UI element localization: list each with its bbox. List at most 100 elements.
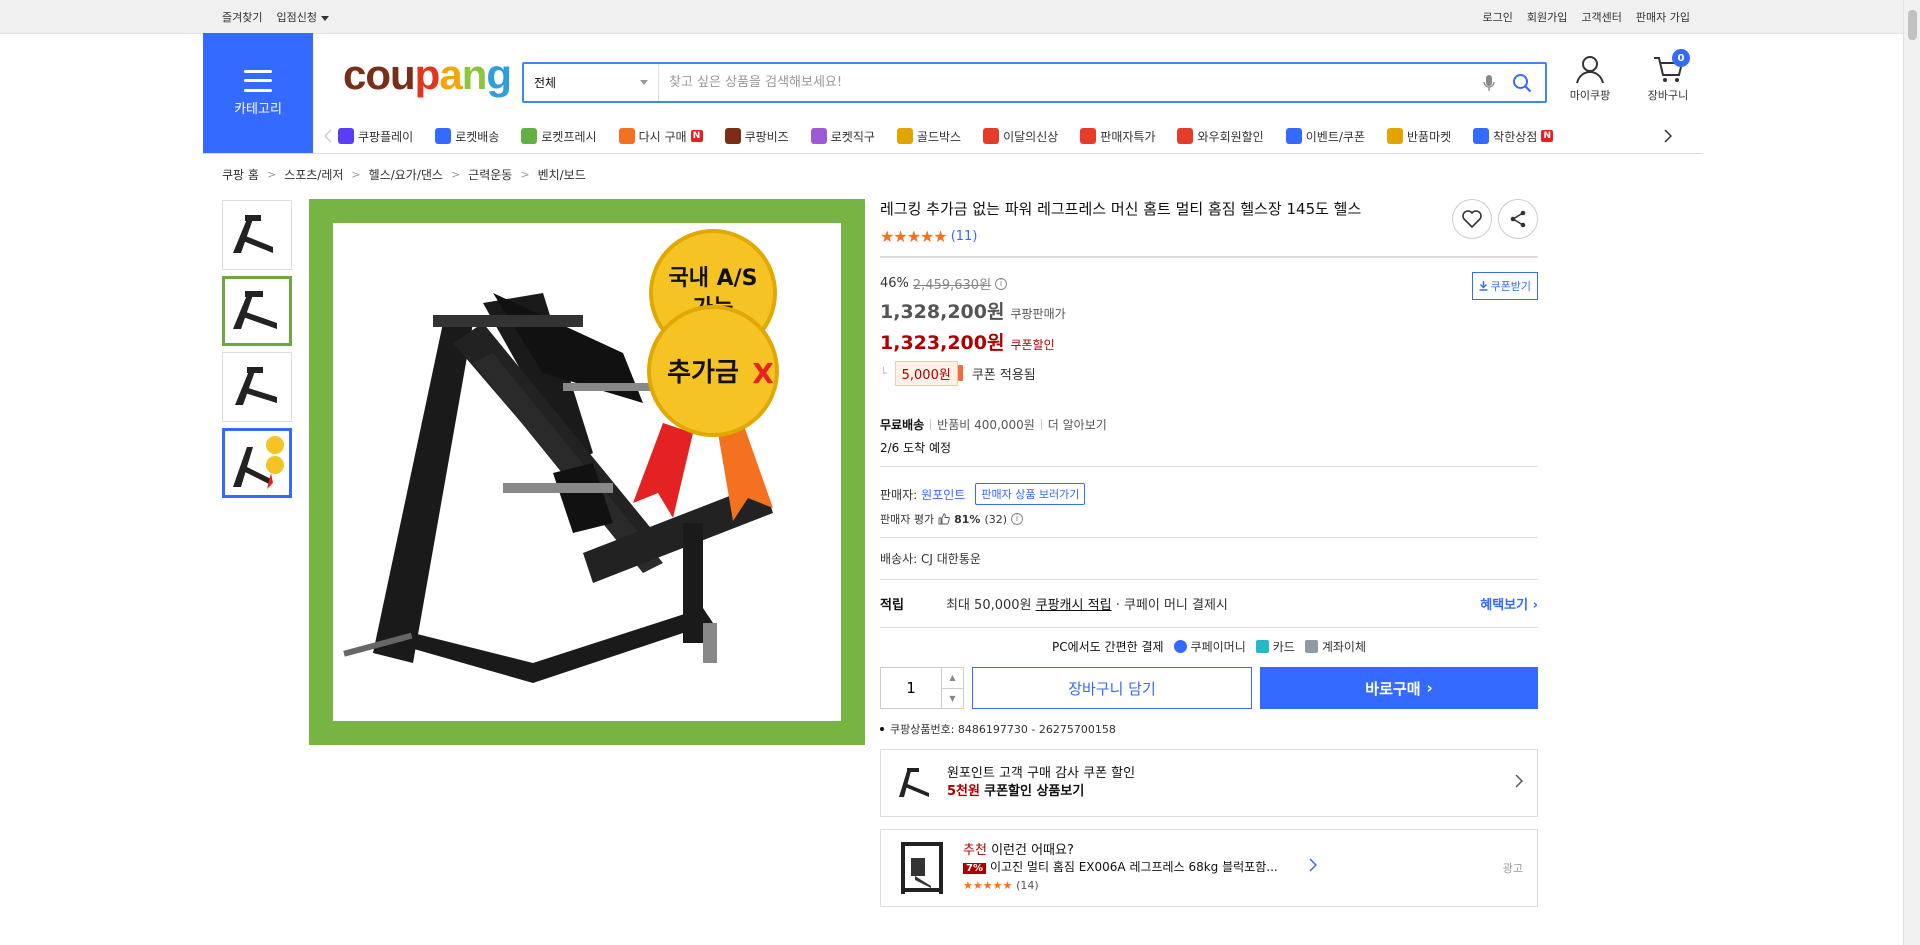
original-price: 2,459,630원 [912, 278, 992, 293]
my-coupang-label: 마이쿠팡 [1569, 89, 1611, 102]
coupang-cash-link[interactable]: 쿠팡캐시 적립 [1036, 594, 1112, 613]
menu-item-icon [618, 128, 635, 144]
benefit-view-label: 혜택보기 [1480, 598, 1529, 613]
menu-item-label: 반품마켓 [1406, 129, 1452, 144]
rating[interactable]: ★★★★★ (11) [880, 227, 1538, 246]
login-link[interactable]: 로그인 [1483, 9, 1513, 25]
category-menu-button[interactable]: 카테고리 [203, 33, 313, 153]
cart-label: 장바구니 [1647, 89, 1689, 102]
return-fee: 반품비 400,000원 [937, 418, 1035, 432]
bookmark-link[interactable]: 즐겨찾기 [222, 9, 262, 25]
chevron-down-icon [640, 80, 648, 85]
seller-name-link[interactable]: 원포인트 [921, 486, 965, 503]
shortcut-menu-item[interactable]: 판매자특가 [1080, 128, 1155, 145]
logo-part: n [461, 51, 488, 98]
seller-signup-link[interactable]: 판매자 가입 [1636, 9, 1690, 25]
payment-method-label: 카드 [1272, 640, 1295, 654]
promo-line2: 쿠폰할인 상품보기 [984, 784, 1085, 799]
benefit-view-link[interactable]: 혜택보기 › [1480, 594, 1538, 613]
shortcut-menu-item[interactable]: 로켓배송 [435, 128, 499, 145]
shortcut-menu-item[interactable]: 이달의신상 [983, 128, 1058, 145]
shortcut-menu-item[interactable]: 착한상점 N [1473, 128, 1554, 145]
shortcut-menu-item[interactable]: 쿠팡플레이 [338, 128, 413, 145]
shortcut-menu-item[interactable]: 로켓프레시 [521, 128, 597, 145]
product-number-text: 쿠팡상품번호: 8486197730 - 26275700158 [890, 723, 1116, 736]
menu-next-arrow[interactable] [1658, 129, 1678, 143]
menu-item-icon [1285, 128, 1302, 144]
coupang-logo[interactable]: coupang [343, 51, 512, 99]
promo-line1: 원포인트 고객 구매 감사 쿠폰 할인 [947, 766, 1136, 781]
info-icon[interactable]: i [995, 277, 1008, 290]
purchase-actions: ▲ ▼ 장바구니 담기 바로구매 › [880, 667, 1538, 709]
quantity-up-icon[interactable]: ▲ [942, 668, 963, 689]
seller-label: 판매자: [880, 487, 918, 502]
price-area: 쿠폰받기 46% 2,459,630원 i 1,328,200원 쿠팡판매가 1… [880, 272, 1538, 386]
product-thumbnail[interactable] [222, 352, 292, 422]
pc-payment-info: PC에서도 간편한 결제 쿠페이머니 카드 계좌이체 [880, 638, 1538, 655]
product-thumbnail[interactable] [222, 276, 292, 346]
search-icon[interactable] [1509, 70, 1535, 96]
image-badge-no-extra: 추가금 [667, 358, 739, 388]
chevron-right-icon: › [1532, 598, 1538, 613]
seller-apply-dropdown[interactable]: 입점신청 [276, 9, 329, 25]
menu-item-label: 이벤트/쿠폰 [1305, 129, 1365, 144]
reward-label: 적립 [880, 598, 904, 613]
page-scrollbar[interactable] [1903, 0, 1920, 945]
menu-item-label: 골드박스 [916, 129, 962, 144]
menu-item-label: 쿠팡플레이 [358, 129, 414, 144]
cart-button[interactable]: 장바구니 0 [1638, 49, 1698, 103]
free-shipping: 무료배송 [880, 418, 925, 432]
shortcut-menu-item[interactable]: 로켓직구 [810, 128, 875, 145]
payment-method: 카드 [1255, 638, 1295, 655]
main-product-image[interactable]: 국내 A/S 가능 추가금 X [309, 199, 865, 745]
coupon-download-button[interactable]: 쿠폰받기 [1471, 272, 1538, 300]
signup-link[interactable]: 회원가입 [1527, 9, 1567, 25]
shortcut-menu-item[interactable]: 골드박스 [896, 128, 962, 145]
reward-info: 적립 최대 50,000원 쿠팡캐시 적립 · 쿠페이 머니 결제시 혜택보기 … [880, 580, 1538, 627]
breadcrumb-item[interactable]: 헬스/요가/댄스 [369, 166, 443, 183]
new-badge: N [1541, 130, 1554, 142]
shortcut-menu-item[interactable]: 와우회원할인 [1177, 128, 1264, 145]
shortcut-menu-item[interactable]: 다시 구매 N [618, 128, 703, 145]
add-to-cart-button[interactable]: 장바구니 담기 [972, 667, 1252, 709]
search-input[interactable] [659, 64, 1479, 101]
divider [880, 466, 1538, 467]
customer-center-link[interactable]: 고객센터 [1581, 9, 1621, 25]
chevron-right-icon [1309, 858, 1317, 872]
quantity-down-icon[interactable]: ▼ [942, 689, 963, 709]
product-info-panel: 레그킹 추가금 없는 파워 레그프레스 머신 홈트 멀티 홈짐 헬스장 145도… [880, 199, 1538, 907]
buy-now-button[interactable]: 바로구매 › [1260, 667, 1538, 709]
wishlist-button[interactable] [1452, 199, 1492, 239]
menu-prev-arrow[interactable] [318, 129, 338, 143]
product-thumbnail[interactable] [222, 200, 292, 270]
review-count[interactable]: (11) [951, 229, 978, 244]
product-thumbnail[interactable] [222, 428, 292, 498]
pc-payment-label: PC에서도 간편한 결제 [1051, 640, 1164, 654]
header-divider [203, 153, 1703, 154]
quantity-input[interactable] [881, 668, 941, 708]
scrollbar-thumb[interactable] [1908, 10, 1917, 40]
share-button[interactable] [1498, 199, 1538, 239]
shortcut-menu-item[interactable]: 반품마켓 [1386, 128, 1452, 145]
breadcrumb-separator-icon: > [450, 168, 461, 181]
seller-coupon-card[interactable]: 원포인트 고객 구매 감사 쿠폰 할인 5천원 쿠폰할인 상품보기 [880, 749, 1538, 817]
microphone-icon[interactable] [1479, 73, 1499, 93]
my-coupang-button[interactable]: 마이쿠팡 [1560, 53, 1620, 103]
seller-products-button[interactable]: 판매자 상품 보러가기 [975, 483, 1086, 505]
menu-item-icon [983, 128, 1000, 144]
recommended-product-thumb [901, 842, 943, 894]
menu-item-icon [810, 128, 827, 144]
breadcrumb-item[interactable]: 벤치/보드 [538, 166, 586, 183]
recommended-product-card[interactable]: 추천 이런건 어때요? 7% 이고진 멀티 홈짐 EX006A 레그프레스 68k… [880, 829, 1538, 907]
more-info-link[interactable]: 더 알아보기 [1048, 416, 1107, 433]
search-category-select[interactable]: 전체 [524, 64, 659, 101]
info-icon[interactable]: i [1011, 513, 1024, 525]
shortcut-menu-item[interactable]: 쿠팡비즈 [724, 128, 789, 145]
breadcrumb-item[interactable]: 스포츠/레저 [284, 166, 343, 183]
menu-item-icon [1386, 128, 1403, 144]
top-utility-bar: 즐겨찾기 입점신청 로그인 회원가입 고객센터 판매자 가입 [0, 0, 1920, 34]
breadcrumb-item[interactable]: 쿠팡 홈 [222, 166, 259, 183]
breadcrumb-item[interactable]: 근력운동 [468, 166, 512, 183]
shortcut-menu-item[interactable]: 이벤트/쿠폰 [1285, 128, 1365, 145]
menu-item-label: 다시 구매 [638, 129, 687, 144]
